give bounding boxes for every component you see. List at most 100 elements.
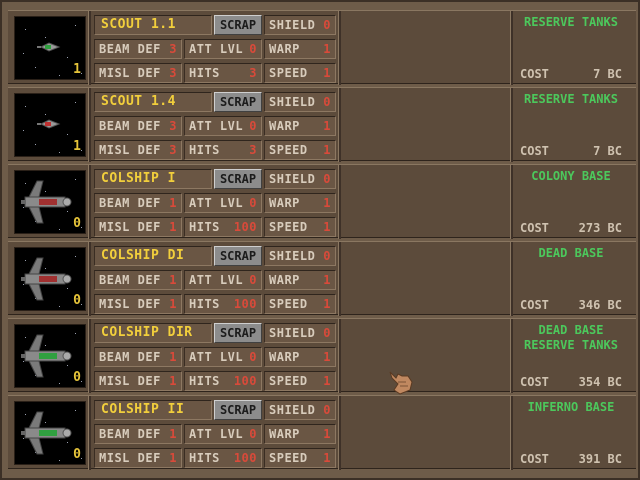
att-lvl-stat-label: ATT LVL [189, 273, 244, 287]
special-device: RESERVE TANKS [524, 15, 618, 29]
divider [338, 88, 341, 162]
scrap-button[interactable]: SCRAP [214, 92, 262, 112]
special-devices: COLONY BASE COST 273 BC [514, 169, 628, 235]
speed-stat-label: SPEED [269, 220, 308, 234]
shield-stat-value: 0 [323, 18, 331, 32]
misl-def-stat-value: 3 [169, 143, 177, 157]
misl-def-stat-value: 1 [169, 451, 177, 465]
warp-stat-value: 1 [323, 427, 331, 441]
ship-thumbnail[interactable]: 1 [14, 16, 86, 80]
ship-cost: COST 7 BC [520, 144, 624, 158]
att-lvl-stat-value: 0 [249, 273, 257, 287]
divider [88, 396, 91, 470]
hits-stat: HITS 3 [184, 140, 262, 160]
hits-stat: HITS 3 [184, 63, 262, 83]
ship-row[interactable]: 1 SCOUT 1.1 SCRAP SHIELD 0 BEAM DEF 3 ATT LVL 0 W… [8, 10, 636, 85]
ship-thumbnail[interactable]: 0 [14, 324, 86, 388]
ship-row[interactable]: 0 COLSHIP DIR SCRAP SHIELD 0 BEAM DEF 1 ATT LVL… [8, 318, 636, 393]
speed-stat: SPEED 1 [264, 140, 336, 160]
ship-name: COLSHIP DIR [94, 323, 212, 343]
speed-stat-value: 1 [323, 297, 331, 311]
shield-stat: SHIELD 0 [264, 15, 336, 35]
hits-stat-label: HITS [189, 220, 220, 234]
shield-stat: SHIELD 0 [264, 169, 336, 189]
warp-stat-label: WARP [269, 42, 300, 56]
ship-name: COLSHIP II [94, 400, 212, 420]
hits-stat-value: 3 [249, 66, 257, 80]
beam-def-stat-label: BEAM DEF [99, 427, 161, 441]
cost-value: 391 BC [578, 452, 622, 466]
beam-def-stat: BEAM DEF 3 [94, 39, 182, 59]
divider [88, 11, 91, 85]
shield-stat: SHIELD 0 [264, 246, 336, 266]
misl-def-stat-label: MISL DEF [99, 451, 161, 465]
warp-stat: WARP 1 [264, 39, 336, 59]
ship-cost: COST 391 BC [520, 452, 624, 466]
ship-thumbnail[interactable]: 1 [14, 93, 86, 157]
cost-value: 7 BC [593, 144, 622, 158]
ship-thumbnail[interactable]: 0 [14, 401, 86, 465]
ship-name-text: COLSHIP I [101, 171, 176, 186]
divider [338, 11, 341, 85]
hits-stat-value: 100 [233, 374, 257, 388]
divider [338, 242, 341, 316]
warp-stat: WARP 1 [264, 424, 336, 444]
ship-cost: COST 354 BC [520, 375, 624, 389]
hits-stat-label: HITS [189, 297, 220, 311]
att-lvl-stat: ATT LVL 0 [184, 347, 262, 367]
speed-stat-value: 1 [323, 374, 331, 388]
divider [510, 396, 513, 470]
speed-stat-value: 1 [323, 66, 331, 80]
divider [338, 396, 341, 470]
hand-cursor-icon [389, 371, 413, 395]
warp-stat-value: 1 [323, 196, 331, 210]
scrap-button[interactable]: SCRAP [214, 323, 262, 343]
hits-stat-label: HITS [189, 451, 220, 465]
cost-label: COST [520, 298, 549, 312]
special-device: COLONY BASE [531, 169, 611, 183]
cost-value: 354 BC [578, 375, 622, 389]
speed-stat-value: 1 [323, 143, 331, 157]
special-device: INFERNO BASE [527, 400, 615, 414]
divider [338, 165, 341, 239]
att-lvl-stat-label: ATT LVL [189, 42, 244, 56]
ship-name: COLSHIP I [94, 169, 212, 189]
ship-row[interactable]: 0 COLSHIP II SCRAP SHIELD 0 BEAM DEF 1 ATT LVL 0… [8, 395, 636, 470]
divider [88, 319, 91, 393]
beam-def-stat-value: 1 [169, 196, 177, 210]
ship-row[interactable]: 0 COLSHIP I SCRAP SHIELD 0 BEAM DEF 1 ATT LVL 0 W… [8, 164, 636, 239]
shield-stat-label: SHIELD [269, 326, 316, 340]
ship-count: 1 [73, 62, 81, 77]
ship-thumbnail[interactable]: 0 [14, 170, 86, 234]
scrap-button[interactable]: SCRAP [214, 246, 262, 266]
speed-stat-label: SPEED [269, 451, 308, 465]
att-lvl-stat-value: 0 [249, 119, 257, 133]
ship-row[interactable]: 1 SCOUT 1.4 SCRAP SHIELD 0 BEAM DEF 3 ATT LVL 0 W… [8, 87, 636, 162]
att-lvl-stat-label: ATT LVL [189, 119, 244, 133]
ship-row[interactable]: 0 COLSHIP DI SCRAP SHIELD 0 BEAM DEF 1 ATT LVL 0… [8, 241, 636, 316]
scrap-button[interactable]: SCRAP [214, 400, 262, 420]
divider [510, 242, 513, 316]
speed-stat-value: 1 [323, 220, 331, 234]
beam-def-stat-label: BEAM DEF [99, 42, 161, 56]
warp-stat-value: 1 [323, 42, 331, 56]
att-lvl-stat-label: ATT LVL [189, 427, 244, 441]
beam-def-stat-value: 1 [169, 427, 177, 441]
hits-stat-value: 3 [249, 143, 257, 157]
ship-name-text: COLSHIP DIR [101, 325, 193, 340]
scrap-button[interactable]: SCRAP [214, 169, 262, 189]
special-device: RESERVE TANKS [524, 92, 618, 106]
ship-count: 1 [73, 139, 81, 154]
shield-stat-value: 0 [323, 249, 331, 263]
ship-thumbnail[interactable]: 0 [14, 247, 86, 311]
warp-stat-value: 1 [323, 273, 331, 287]
hits-stat: HITS 100 [184, 448, 262, 468]
hits-stat: HITS 100 [184, 294, 262, 314]
cost-label: COST [520, 67, 549, 81]
misl-def-stat-label: MISL DEF [99, 374, 161, 388]
special-device: RESERVE TANKS [524, 338, 618, 352]
beam-def-stat-value: 1 [169, 273, 177, 287]
divider [510, 319, 513, 393]
att-lvl-stat-label: ATT LVL [189, 350, 244, 364]
scrap-button[interactable]: SCRAP [214, 15, 262, 35]
